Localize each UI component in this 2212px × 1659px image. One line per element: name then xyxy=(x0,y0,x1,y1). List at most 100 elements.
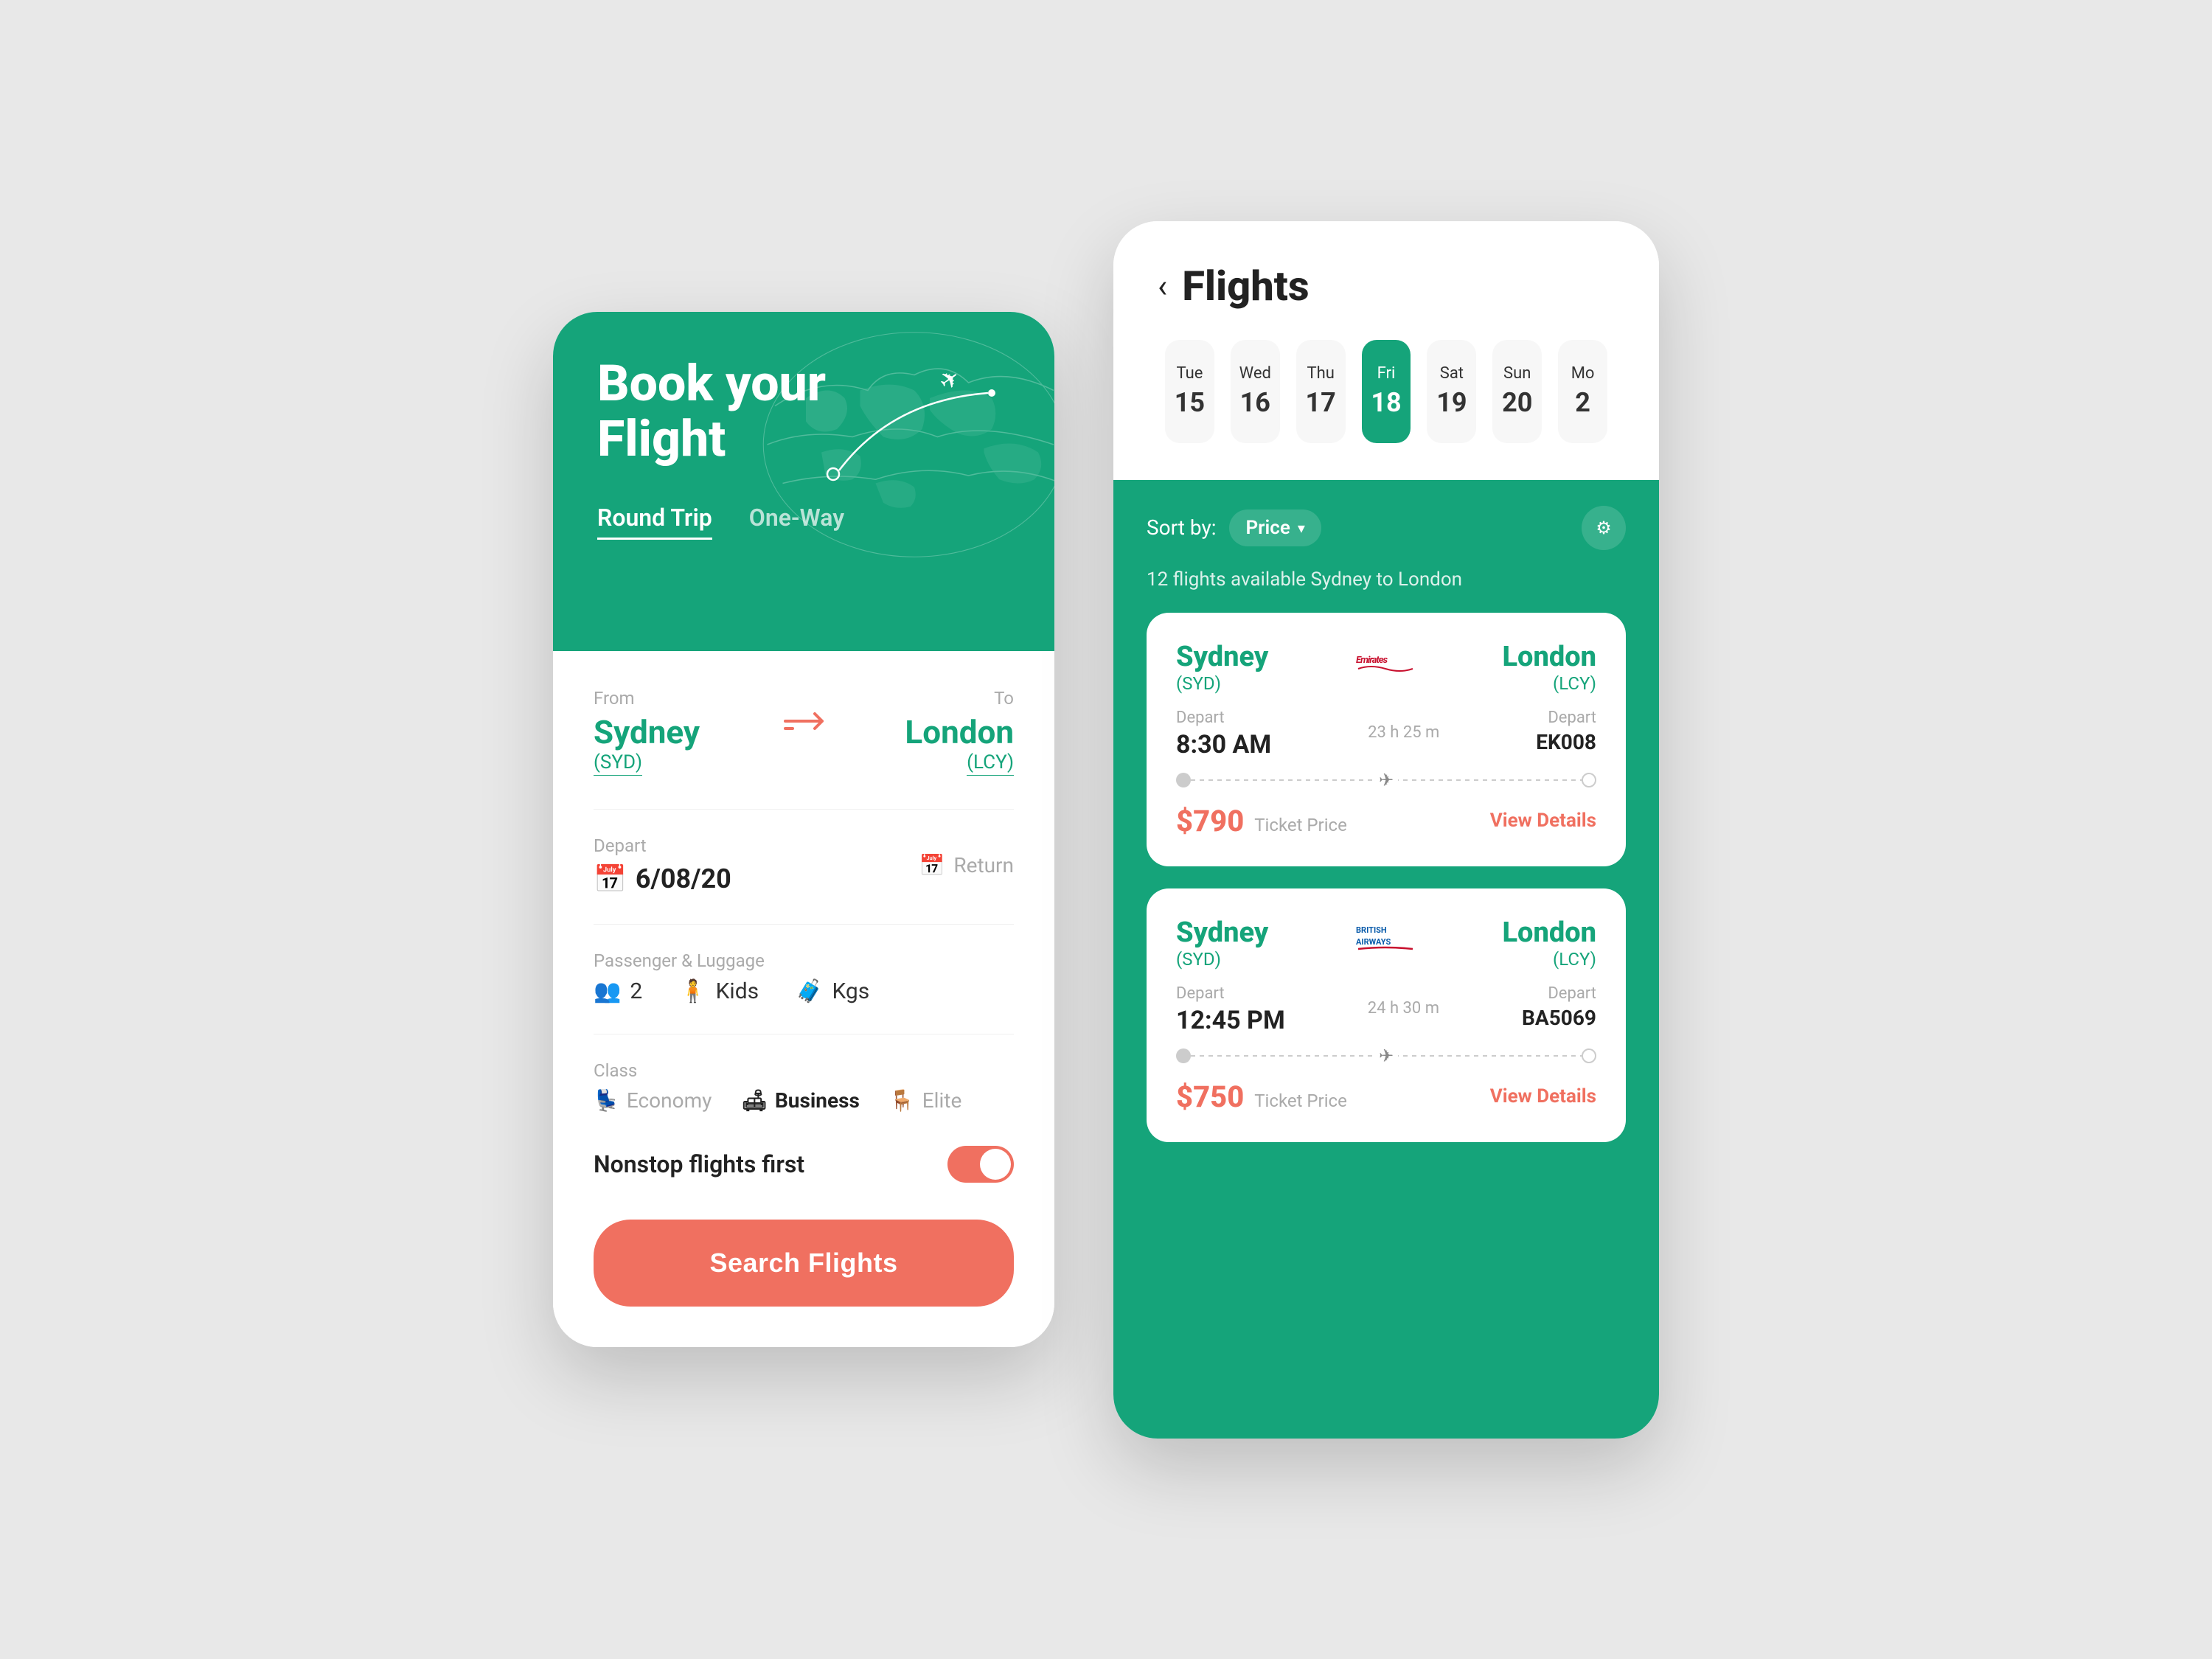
svg-text:Emirates: Emirates xyxy=(1356,655,1388,666)
card-route-row-2: Sydney (SYD) BRITISH AIRWAYS London (LCY… xyxy=(1176,917,1596,970)
booking-form: From Sydney (SYD) To London (LCY) Depart xyxy=(553,651,1054,1347)
header-title: Book your Flight xyxy=(597,356,1010,467)
card-to-code-2: (LCY) xyxy=(1502,949,1596,970)
class-row: 💺 Economy 🛋 Business 🪑 Elite xyxy=(594,1088,1014,1113)
card-depart-time-1: 8:30 AM xyxy=(1176,730,1271,759)
sort-arrow-icon: ▾ xyxy=(1298,519,1305,537)
return-calendar-icon: 📅 xyxy=(919,853,945,877)
date-item-thu[interactable]: Thu 17 xyxy=(1296,340,1346,443)
card-price-1: $790 xyxy=(1176,804,1244,838)
date-item-wed[interactable]: Wed 16 xyxy=(1231,340,1280,443)
economy-icon: 💺 xyxy=(594,1088,619,1113)
one-way-tab[interactable]: One-Way xyxy=(749,504,844,540)
day-num-sat: 19 xyxy=(1436,387,1467,418)
day-name-sat: Sat xyxy=(1440,364,1464,383)
card-from-city-2: Sydney xyxy=(1176,917,1268,949)
return-section[interactable]: 📅 Return xyxy=(919,853,1014,877)
view-details-btn-2[interactable]: View Details xyxy=(1490,1085,1596,1107)
flight-plane-icon-2: ✈ xyxy=(1374,1046,1398,1066)
from-section: From Sydney (SYD) xyxy=(594,688,782,776)
business-class[interactable]: 🛋 Business xyxy=(741,1088,859,1113)
date-item-sun[interactable]: Sun 20 xyxy=(1492,340,1542,443)
right-body: Sort by: Price ▾ ⚙ 12 flights available … xyxy=(1113,480,1659,1439)
flight-line-dot-1 xyxy=(1176,773,1191,787)
passenger-count[interactable]: 👥 2 xyxy=(594,978,642,1004)
date-item-mon[interactable]: Mo 2 xyxy=(1558,340,1607,443)
business-icon: 🛋 xyxy=(741,1088,768,1113)
swap-icon[interactable] xyxy=(782,688,826,740)
luggage-icon: 🧳 xyxy=(796,978,823,1004)
card-from-city-1: Sydney xyxy=(1176,641,1268,673)
from-to-row: From Sydney (SYD) To London (LCY) xyxy=(594,688,1014,776)
trip-tabs: Round Trip One-Way xyxy=(597,504,1010,540)
flight-card-ba[interactable]: Sydney (SYD) BRITISH AIRWAYS London (LCY… xyxy=(1147,888,1626,1142)
kids-item[interactable]: 🧍 Kids xyxy=(679,978,759,1004)
right-phone: ‹ Flights Tue 15 Wed 16 Thu 17 Fri 18 Sa… xyxy=(1113,221,1659,1439)
sort-label: Sort by: xyxy=(1147,515,1216,540)
elite-class[interactable]: 🪑 Elite xyxy=(889,1088,961,1113)
sort-dropdown[interactable]: Price ▾ xyxy=(1229,509,1321,546)
date-item-tue[interactable]: Tue 15 xyxy=(1165,340,1214,443)
view-details-btn-1[interactable]: View Details xyxy=(1490,810,1596,832)
nonstop-row: Nonstop flights first xyxy=(594,1146,1014,1183)
from-code: (SYD) xyxy=(594,751,642,776)
day-name-sun: Sun xyxy=(1503,364,1531,383)
economy-class[interactable]: 💺 Economy xyxy=(594,1088,712,1113)
card-depart-label-2: Depart xyxy=(1176,984,1285,1003)
luggage-item[interactable]: 🧳 Kgs xyxy=(796,978,869,1004)
calendar-icon: 📅 xyxy=(594,863,627,894)
emirates-logo: Emirates xyxy=(1352,641,1419,686)
sort-value: Price xyxy=(1245,517,1290,539)
card-depart-label-1: Depart xyxy=(1176,709,1271,727)
card-to-2: London (LCY) xyxy=(1502,917,1596,970)
search-flights-button[interactable]: Search Flights xyxy=(594,1220,1014,1307)
card-to-code-1: (LCY) xyxy=(1502,673,1596,694)
depart-label: Depart xyxy=(594,835,731,856)
card-from-1: Sydney (SYD) xyxy=(1176,641,1268,694)
day-num-fri: 18 xyxy=(1371,387,1401,418)
card-depart-row-1: Depart 8:30 AM 23 h 25 m Depart EK008 xyxy=(1176,709,1596,759)
passenger-label: Passenger & Luggage xyxy=(594,950,1014,971)
elite-icon: 🪑 xyxy=(889,1088,915,1113)
date-item-fri[interactable]: Fri 18 xyxy=(1362,340,1411,443)
flight-line-dot-2 xyxy=(1176,1048,1191,1063)
card-duration-1: 23 h 25 m xyxy=(1368,709,1439,742)
ba-logo-area: BRITISH AIRWAYS xyxy=(1352,917,1419,957)
card-duration-2: 24 h 30 m xyxy=(1368,984,1439,1018)
svg-text:AIRWAYS: AIRWAYS xyxy=(1356,937,1391,947)
date-item-sat[interactable]: Sat 19 xyxy=(1427,340,1476,443)
day-name-mon: Mo xyxy=(1571,364,1595,383)
day-num-sun: 20 xyxy=(1502,387,1532,418)
nonstop-toggle[interactable] xyxy=(947,1146,1014,1183)
header-teal: ✈ Book your Flight Round Trip One-Way xyxy=(553,312,1054,651)
day-num-mon: 2 xyxy=(1575,387,1590,418)
depart-date[interactable]: 📅 6/08/20 xyxy=(594,863,731,894)
passengers-icon: 👥 xyxy=(594,978,621,1004)
card-flight-label-1: Depart xyxy=(1536,709,1596,727)
day-num-tue: 15 xyxy=(1175,387,1205,418)
day-name-tue: Tue xyxy=(1176,364,1203,383)
card-depart-row-2: Depart 12:45 PM 24 h 30 m Depart BA5069 xyxy=(1176,984,1596,1035)
card-depart-2: Depart 12:45 PM xyxy=(1176,984,1285,1035)
card-to-city-2: London xyxy=(1502,917,1596,949)
flight-line-2: ✈ xyxy=(1176,1048,1596,1063)
card-route-row-1: Sydney (SYD) Emirates London (LCY) xyxy=(1176,641,1596,694)
card-price-2: $750 xyxy=(1176,1079,1244,1114)
filter-icon: ⚙ xyxy=(1596,518,1612,538)
card-to-city-1: London xyxy=(1502,641,1596,673)
card-from-code-2: (SYD) xyxy=(1176,949,1268,970)
back-button[interactable]: ‹ xyxy=(1158,267,1167,305)
card-price-row-2: $750 Ticket Price View Details xyxy=(1176,1079,1596,1114)
passenger-section: Passenger & Luggage 👥 2 🧍 Kids 🧳 Kgs xyxy=(594,950,1014,1004)
filter-button[interactable]: ⚙ xyxy=(1582,506,1626,550)
to-city[interactable]: London xyxy=(826,713,1014,751)
from-city[interactable]: Sydney xyxy=(594,713,782,751)
date-scroll: Tue 15 Wed 16 Thu 17 Fri 18 Sat 19 Sun 2… xyxy=(1158,340,1615,458)
left-phone: ✈ Book your Flight Round Trip One-Way Fr… xyxy=(553,312,1054,1347)
round-trip-tab[interactable]: Round Trip xyxy=(597,504,712,540)
from-label: From xyxy=(594,688,782,709)
card-price-area-1: $790 Ticket Price xyxy=(1176,804,1347,838)
nonstop-label: Nonstop flights first xyxy=(594,1150,804,1178)
flight-card-emirates[interactable]: Sydney (SYD) Emirates London (LCY) xyxy=(1147,613,1626,866)
sort-left: Sort by: Price ▾ xyxy=(1147,509,1321,546)
